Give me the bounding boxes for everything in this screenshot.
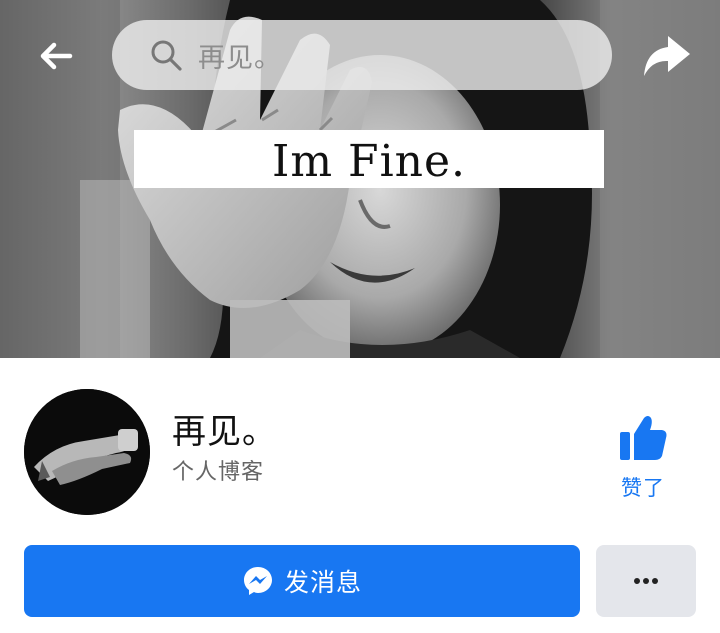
page-name: 再见。 xyxy=(172,412,277,452)
like-button[interactable]: 赞了 xyxy=(606,414,680,506)
send-message-button[interactable]: 发消息 xyxy=(24,545,580,617)
send-message-label: 发消息 xyxy=(283,568,362,597)
thumbs-up-icon xyxy=(620,416,667,460)
more-dots-icon xyxy=(634,578,658,584)
back-arrow-icon xyxy=(40,42,73,70)
share-button[interactable] xyxy=(640,32,692,80)
search-bar[interactable]: 再见。 xyxy=(112,20,612,90)
messenger-icon xyxy=(243,567,272,595)
cover-caption: Im Fine. xyxy=(134,130,604,188)
share-icon xyxy=(644,36,690,76)
cover-caption-text: Im Fine. xyxy=(271,135,467,187)
back-button[interactable] xyxy=(36,36,76,76)
search-input[interactable]: 再见。 xyxy=(198,36,282,75)
page-category: 个人博客 xyxy=(172,460,265,485)
like-label: 赞了 xyxy=(621,476,665,500)
cover-photo[interactable]: 再见。 Im Fine. xyxy=(0,0,720,358)
avatar-image xyxy=(24,389,150,515)
search-icon xyxy=(151,40,182,71)
more-options-button[interactable] xyxy=(596,545,696,617)
avatar[interactable] xyxy=(24,389,150,515)
